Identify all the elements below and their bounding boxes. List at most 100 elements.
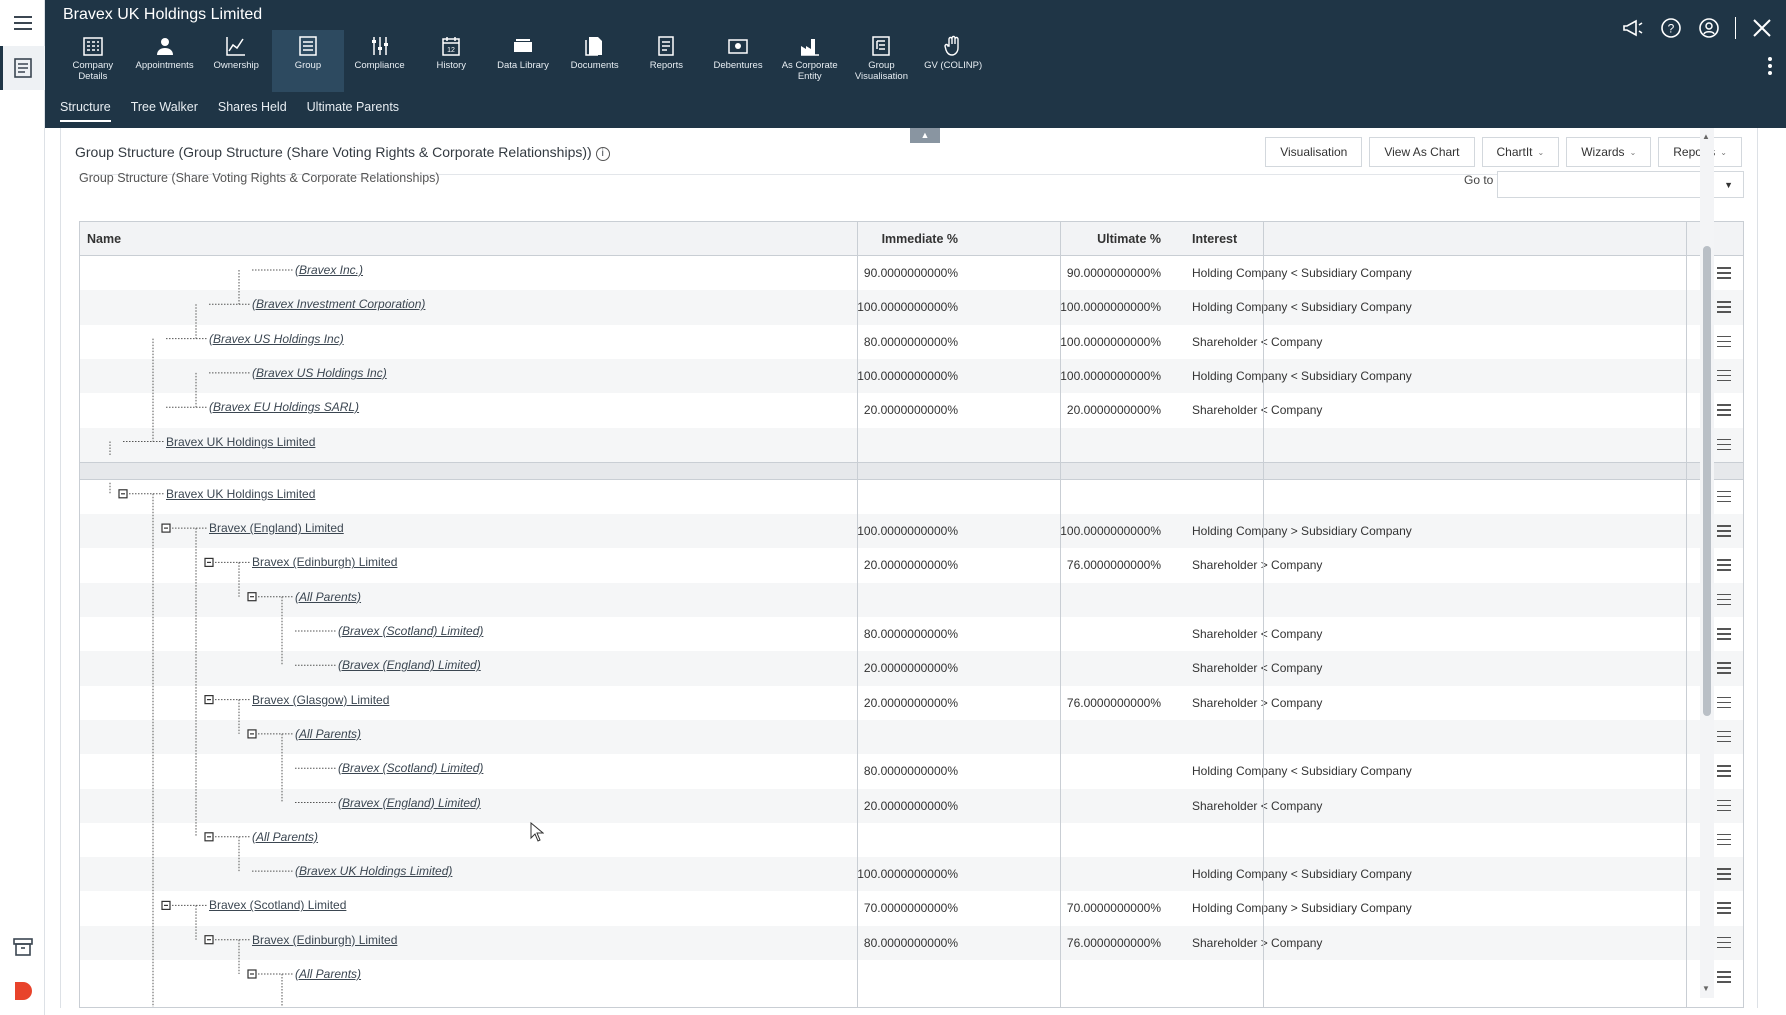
toolbar-group[interactable]: Group bbox=[272, 30, 344, 92]
entity-name-link[interactable]: (All Parents) bbox=[295, 590, 361, 604]
table-row[interactable]: (All Parents) bbox=[80, 823, 1743, 857]
close-icon[interactable] bbox=[1750, 16, 1774, 40]
more-options-icon[interactable] bbox=[1766, 56, 1774, 76]
row-menu-icon[interactable] bbox=[1717, 628, 1731, 640]
table-row[interactable]: Bravex (Scotland) Limited 70.0000000000% 7… bbox=[80, 891, 1743, 925]
row-menu-icon[interactable] bbox=[1717, 868, 1731, 880]
table-row[interactable]: (All Parents) bbox=[80, 719, 1743, 755]
toolbar-data-library[interactable]: Data Library bbox=[487, 30, 559, 92]
table-row[interactable]: (Bravex (Scotland) Limited) 80.0000000000… bbox=[80, 754, 1743, 788]
row-menu-icon[interactable] bbox=[1717, 902, 1731, 914]
toolbar-ownership[interactable]: Ownership bbox=[200, 30, 272, 92]
column-header-ultimate[interactable]: Ultimate % bbox=[973, 222, 1169, 256]
vertical-scrollbar[interactable]: ▲ ▼ bbox=[1700, 128, 1714, 998]
entity-name-link[interactable]: (All Parents) bbox=[295, 727, 361, 741]
view-as-chart-button[interactable]: View As Chart bbox=[1369, 137, 1475, 167]
scroll-thumb[interactable] bbox=[1703, 246, 1711, 716]
row-menu-icon[interactable] bbox=[1717, 799, 1731, 812]
tab-shares-held[interactable]: Shares Held bbox=[218, 100, 287, 122]
row-menu-icon[interactable] bbox=[1717, 267, 1731, 279]
toolbar-group-visualisation[interactable]: Group Visualisation bbox=[846, 30, 918, 92]
toolbar-reports[interactable]: Reports bbox=[631, 30, 703, 92]
entity-name-link[interactable]: (All Parents) bbox=[252, 830, 318, 844]
entity-name-link[interactable]: (Bravex UK Holdings Limited) bbox=[295, 864, 452, 878]
column-header-name[interactable]: Name bbox=[87, 222, 121, 256]
table-row[interactable]: (Bravex US Holdings Inc) 80.0000000000% 10… bbox=[80, 325, 1743, 359]
toolbar-documents[interactable]: Documents bbox=[559, 30, 631, 92]
tab-ultimate-parents[interactable]: Ultimate Parents bbox=[307, 100, 399, 122]
toolbar-company-details[interactable]: Company Details bbox=[57, 30, 129, 92]
row-menu-icon[interactable] bbox=[1717, 525, 1731, 537]
scroll-up-arrow-icon[interactable]: ▲ bbox=[1702, 132, 1710, 141]
row-menu-icon[interactable] bbox=[1717, 593, 1731, 606]
table-row[interactable]: (Bravex EU Holdings SARL) 20.0000000000% 2… bbox=[80, 393, 1743, 427]
row-menu-icon[interactable] bbox=[1717, 438, 1731, 451]
scroll-down-arrow-icon[interactable]: ▼ bbox=[1702, 984, 1710, 993]
chartit-button[interactable]: ChartIt ⌄ bbox=[1481, 137, 1560, 167]
table-row[interactable]: Bravex UK Holdings Limited bbox=[80, 427, 1743, 462]
table-row[interactable]: (All Parents) bbox=[80, 582, 1743, 617]
row-menu-icon[interactable] bbox=[1717, 335, 1731, 348]
row-menu-icon[interactable] bbox=[1717, 559, 1731, 571]
table-row[interactable]: (Bravex (Scotland) Limited) 80.0000000000… bbox=[80, 617, 1743, 651]
tab-structure[interactable]: Structure bbox=[60, 100, 111, 122]
table-row[interactable]: (Bravex (England) Limited) 20.0000000000%… bbox=[80, 788, 1743, 823]
column-header-immediate[interactable]: Immediate % bbox=[770, 222, 966, 256]
row-menu-icon[interactable] bbox=[1717, 369, 1731, 382]
help-icon[interactable]: ? bbox=[1659, 16, 1683, 40]
toolbar-debentures[interactable]: Debentures bbox=[702, 30, 774, 92]
hamburger-menu-icon[interactable] bbox=[12, 12, 34, 34]
row-menu-icon[interactable] bbox=[1717, 301, 1731, 313]
row-menu-icon[interactable] bbox=[1717, 490, 1731, 503]
row-menu-icon[interactable] bbox=[1717, 765, 1731, 777]
row-menu-icon[interactable] bbox=[1717, 404, 1731, 416]
table-row[interactable]: (Bravex Inc.) 90.0000000000% 90.0000000000… bbox=[80, 256, 1743, 290]
archive-icon[interactable] bbox=[12, 936, 34, 958]
table-row[interactable]: Bravex (Edinburgh) Limited 20.0000000000%… bbox=[80, 548, 1743, 582]
info-icon[interactable]: i bbox=[595, 147, 610, 161]
entity-name-link[interactable]: (Bravex US Holdings Inc) bbox=[209, 332, 344, 346]
table-row[interactable]: (Bravex UK Holdings Limited) 100.00000000… bbox=[80, 857, 1743, 892]
table-row[interactable]: Bravex UK Holdings Limited bbox=[80, 480, 1743, 514]
tab-tree-walker[interactable]: Tree Walker bbox=[131, 100, 198, 122]
table-row[interactable]: Bravex (England) Limited 100.0000000000% 1… bbox=[80, 514, 1743, 549]
table-row[interactable]: (Bravex (England) Limited) 20.0000000000%… bbox=[80, 651, 1743, 686]
table-row[interactable]: Bravex (Glasgow) Limited 20.0000000000% 76… bbox=[80, 686, 1743, 720]
entity-name-link[interactable]: (Bravex (England) Limited) bbox=[338, 796, 481, 810]
row-menu-icon[interactable] bbox=[1717, 833, 1731, 846]
toolbar-compliance[interactable]: Compliance bbox=[344, 30, 416, 92]
toolbar-appointments[interactable]: Appointments bbox=[129, 30, 201, 92]
visualisation-button[interactable]: Visualisation bbox=[1265, 137, 1363, 167]
entity-name-link[interactable]: Bravex (Edinburgh) Limited bbox=[252, 555, 397, 569]
row-menu-icon[interactable] bbox=[1717, 662, 1731, 674]
wizards-button[interactable]: Wizards ⌄ bbox=[1566, 137, 1652, 167]
entity-name-link[interactable]: Bravex (Edinburgh) Limited bbox=[252, 933, 397, 947]
table-row[interactable]: (All Parents) bbox=[80, 960, 1743, 994]
user-account-icon[interactable] bbox=[1697, 16, 1721, 40]
entity-name-link[interactable]: (All Parents) bbox=[295, 967, 361, 981]
rail-active-item[interactable] bbox=[0, 46, 45, 90]
column-header-interest[interactable]: Interest bbox=[1192, 222, 1237, 256]
table-row[interactable]: (Bravex Investment Corporation) 100.00000… bbox=[80, 290, 1743, 325]
row-menu-icon[interactable] bbox=[1717, 971, 1731, 983]
toolbar-as-corporate-entity[interactable]: As Corporate Entity bbox=[774, 30, 846, 92]
entity-name-link[interactable]: Bravex (Scotland) Limited bbox=[209, 898, 346, 912]
entity-name-link[interactable]: (Bravex (Scotland) Limited) bbox=[338, 761, 483, 775]
entity-name-link[interactable]: Bravex (England) Limited bbox=[209, 521, 344, 535]
entity-name-link[interactable]: (Bravex (Scotland) Limited) bbox=[338, 624, 483, 638]
row-menu-icon[interactable] bbox=[1717, 730, 1731, 743]
row-menu-icon[interactable] bbox=[1717, 696, 1731, 709]
entity-name-link[interactable]: (Bravex Investment Corporation) bbox=[252, 297, 425, 311]
entity-name-link[interactable]: (Bravex EU Holdings SARL) bbox=[209, 400, 359, 414]
entity-name-link[interactable]: (Bravex US Holdings Inc) bbox=[252, 366, 387, 380]
table-row[interactable]: (Bravex US Holdings Inc) 100.0000000000% 1… bbox=[80, 358, 1743, 394]
megaphone-icon[interactable] bbox=[1621, 16, 1645, 40]
row-menu-icon[interactable] bbox=[1717, 936, 1731, 949]
toolbar-gv-colinp[interactable]: GV (COLINP) bbox=[917, 30, 989, 92]
entity-name-link[interactable]: Bravex (Glasgow) Limited bbox=[252, 693, 389, 707]
entity-name-link[interactable]: Bravex UK Holdings Limited bbox=[166, 435, 315, 449]
entity-name-link[interactable]: (Bravex (England) Limited) bbox=[338, 658, 481, 672]
toolbar-history[interactable]: 12 History bbox=[415, 30, 487, 92]
entity-name-link[interactable]: (Bravex Inc.) bbox=[295, 263, 363, 277]
table-row[interactable]: Bravex (Edinburgh) Limited 80.0000000000%… bbox=[80, 925, 1743, 960]
